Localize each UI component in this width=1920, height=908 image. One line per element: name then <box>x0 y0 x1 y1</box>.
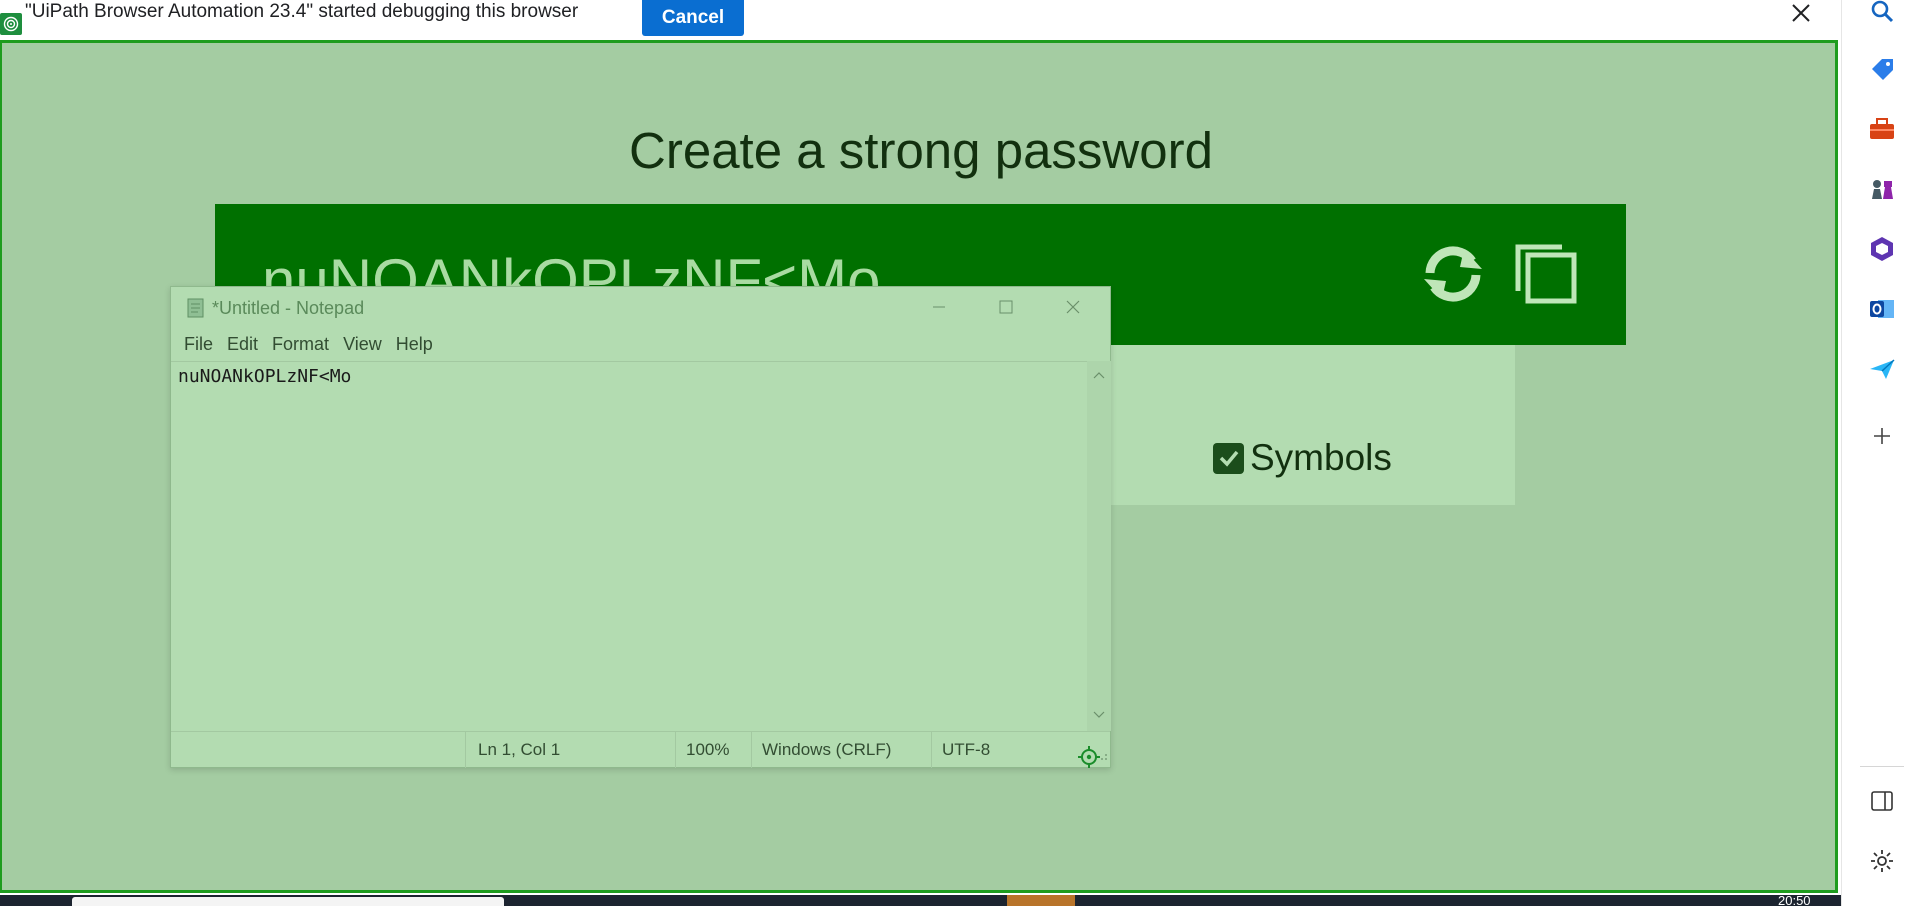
vertical-scrollbar[interactable] <box>1087 361 1111 731</box>
menu-help[interactable]: Help <box>389 331 440 357</box>
cursor-position: Ln 1, Col 1 <box>465 732 675 768</box>
add-icon[interactable] <box>1867 421 1897 451</box>
taskbar-search[interactable] <box>72 897 504 906</box>
scroll-down-icon[interactable] <box>1093 707 1105 725</box>
scroll-up-icon[interactable] <box>1093 367 1105 385</box>
notepad-text-area[interactable]: nuNOANkOPLzNF<Mo <box>171 361 1087 732</box>
taskbar-app-button[interactable] <box>1007 895 1075 906</box>
notepad-titlebar[interactable]: *Untitled - Notepad <box>171 287 1110 327</box>
browser-sidebar <box>1841 0 1920 906</box>
briefcase-icon[interactable] <box>1867 114 1897 144</box>
menu-file[interactable]: File <box>177 331 220 357</box>
line-endings: Windows (CRLF) <box>751 732 931 768</box>
send-icon[interactable] <box>1867 354 1897 384</box>
outlook-icon[interactable] <box>1867 294 1897 324</box>
cancel-debugging-button[interactable]: Cancel <box>642 0 744 36</box>
search-icon[interactable] <box>1867 0 1897 26</box>
notepad-menubar: File Edit Format View Help <box>171 331 440 357</box>
tag-icon[interactable] <box>1867 55 1897 85</box>
notepad-app-icon <box>185 297 207 324</box>
close-icon[interactable] <box>1785 0 1817 26</box>
sidebar-divider <box>1860 766 1904 767</box>
taskbar: 20:50 <box>0 893 1841 908</box>
menu-view[interactable]: View <box>336 331 389 357</box>
zoom-level: 100% <box>675 732 751 768</box>
minimize-icon[interactable] <box>906 287 972 327</box>
page-title: Create a strong password <box>629 122 1213 179</box>
debug-infobar: "UiPath Browser Automation 23.4" started… <box>0 0 1841 40</box>
notepad-content[interactable]: nuNOANkOPLzNF<Mo <box>178 366 351 387</box>
encoding: UTF-8 <box>931 732 1051 768</box>
chess-icon[interactable] <box>1867 174 1897 204</box>
notepad-title: *Untitled - Notepad <box>212 298 365 318</box>
refresh-icon[interactable] <box>1415 239 1491 309</box>
close-icon[interactable] <box>1040 287 1106 327</box>
target-cursor-icon <box>1078 746 1100 773</box>
settings-icon[interactable] <box>1867 846 1897 876</box>
maximize-icon[interactable] <box>973 287 1039 327</box>
symbols-label: Symbols <box>1250 437 1392 478</box>
menu-edit[interactable]: Edit <box>220 331 265 357</box>
copy-icon[interactable] <box>1511 239 1581 309</box>
infobar-message: "UiPath Browser Automation 23.4" started… <box>25 1 579 22</box>
symbols-option[interactable]: Symbols <box>1213 437 1392 479</box>
menu-format[interactable]: Format <box>265 331 336 357</box>
office-icon[interactable] <box>1867 234 1897 264</box>
debug-target-icon <box>0 13 22 35</box>
symbols-checkbox[interactable] <box>1213 442 1244 474</box>
sidebar-toggle-icon[interactable] <box>1867 786 1897 816</box>
notepad-window: *Untitled - Notepad File Edit Format Vie… <box>170 286 1111 768</box>
notepad-statusbar: Ln 1, Col 1 100% Windows (CRLF) UTF-8 <box>171 731 1110 768</box>
